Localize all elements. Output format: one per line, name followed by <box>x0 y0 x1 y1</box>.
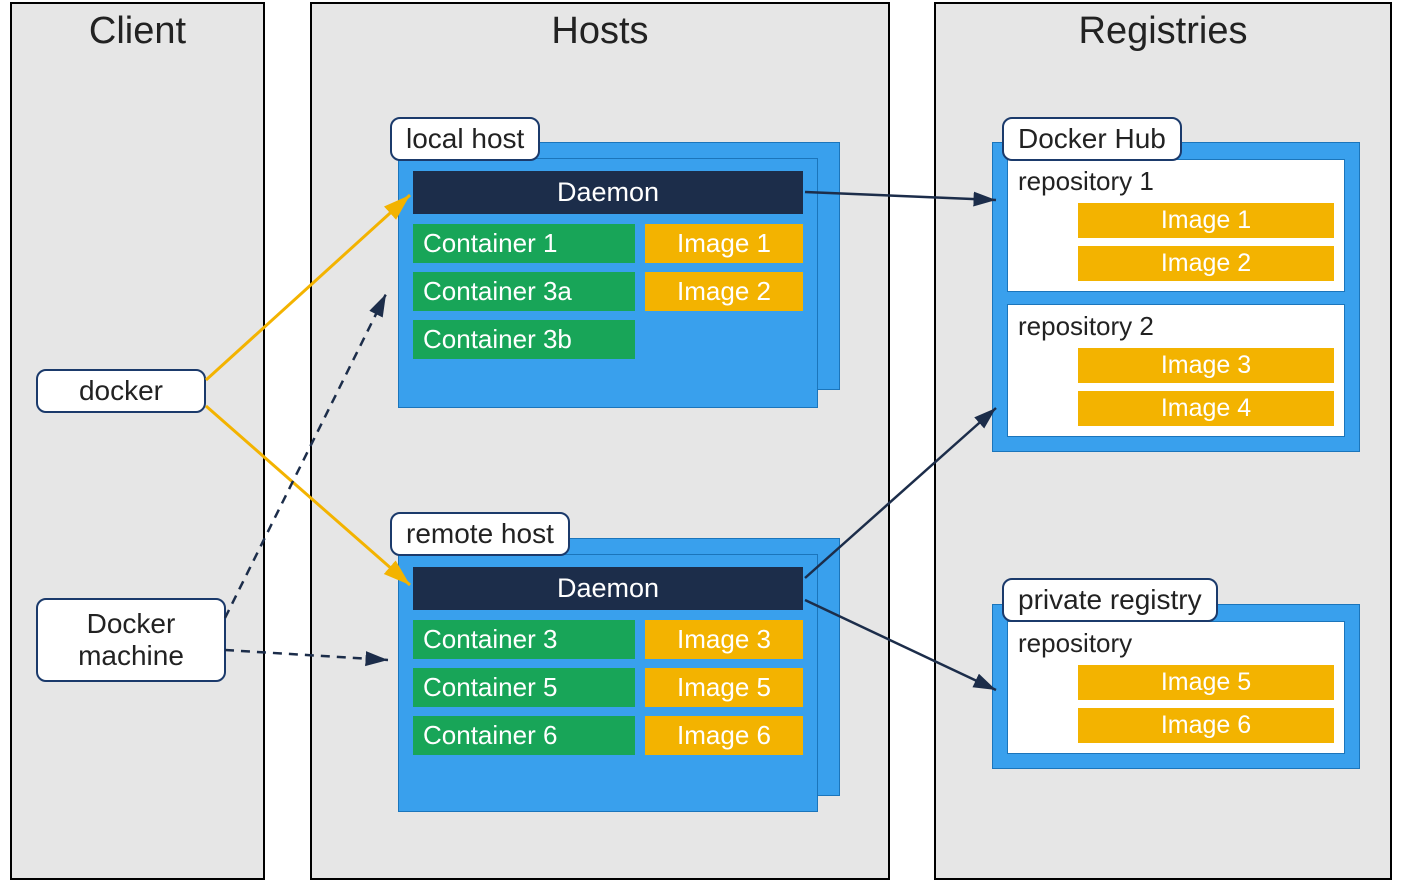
container-box: Container 3b <box>413 320 635 359</box>
container-box: Container 3 <box>413 620 635 659</box>
container-box: Container 3a <box>413 272 635 311</box>
repo-image: Image 4 <box>1078 391 1334 426</box>
remote-host-label: remote host <box>390 512 570 556</box>
container-box: Container 1 <box>413 224 635 263</box>
dockerhub-label: Docker Hub <box>1002 117 1182 161</box>
image-box: Image 2 <box>645 272 803 311</box>
local-row-0: Container 1 Image 1 <box>413 224 803 263</box>
private-registry-box: repository Image 5 Image 6 <box>992 604 1360 769</box>
registries-column-title: Registries <box>936 4 1390 63</box>
dockerhub-repo-1: repository 2 Image 3 Image 4 <box>1007 304 1345 437</box>
image-box: Image 6 <box>645 716 803 755</box>
repo-image: Image 1 <box>1078 203 1334 238</box>
remote-row-1: Container 5 Image 5 <box>413 668 803 707</box>
hosts-column-title: Hosts <box>312 4 888 63</box>
local-host-label: local host <box>390 117 540 161</box>
image-box: Image 3 <box>645 620 803 659</box>
container-box: Container 6 <box>413 716 635 755</box>
docker-machine-client: Docker machine <box>36 598 226 682</box>
repo-image: Image 5 <box>1078 665 1334 700</box>
repo-image: Image 6 <box>1078 708 1334 743</box>
repo-title: repository <box>1018 628 1334 659</box>
local-host: Daemon Container 1 Image 1 Container 3a … <box>398 158 818 408</box>
local-row-2: Container 3b <box>413 320 803 359</box>
dockerhub-repo-0: repository 1 Image 1 Image 2 <box>1007 159 1345 292</box>
client-column: Client <box>10 2 265 880</box>
local-row-1: Container 3a Image 2 <box>413 272 803 311</box>
dockerhub-box: repository 1 Image 1 Image 2 repository … <box>992 142 1360 452</box>
local-host-stack: Daemon Container 1 Image 1 Container 3a … <box>398 142 841 408</box>
local-daemon: Daemon <box>413 171 803 214</box>
remote-daemon: Daemon <box>413 567 803 610</box>
remote-host: Daemon Container 3 Image 3 Container 5 I… <box>398 554 818 812</box>
remote-host-stack: Daemon Container 3 Image 3 Container 5 I… <box>398 538 841 818</box>
repo-title: repository 2 <box>1018 311 1334 342</box>
client-column-title: Client <box>12 4 263 63</box>
image-box: Image 5 <box>645 668 803 707</box>
repo-image: Image 3 <box>1078 348 1334 383</box>
private-repo-0: repository Image 5 Image 6 <box>1007 621 1345 754</box>
image-box: Image 1 <box>645 224 803 263</box>
docker-machine-line1: Docker <box>87 608 176 639</box>
docker-machine-line2: machine <box>78 640 184 671</box>
container-box: Container 5 <box>413 668 635 707</box>
repo-title: repository 1 <box>1018 166 1334 197</box>
repo-image: Image 2 <box>1078 246 1334 281</box>
docker-client: docker <box>36 369 206 413</box>
remote-row-0: Container 3 Image 3 <box>413 620 803 659</box>
remote-row-2: Container 6 Image 6 <box>413 716 803 755</box>
private-registry-label: private registry <box>1002 578 1218 622</box>
